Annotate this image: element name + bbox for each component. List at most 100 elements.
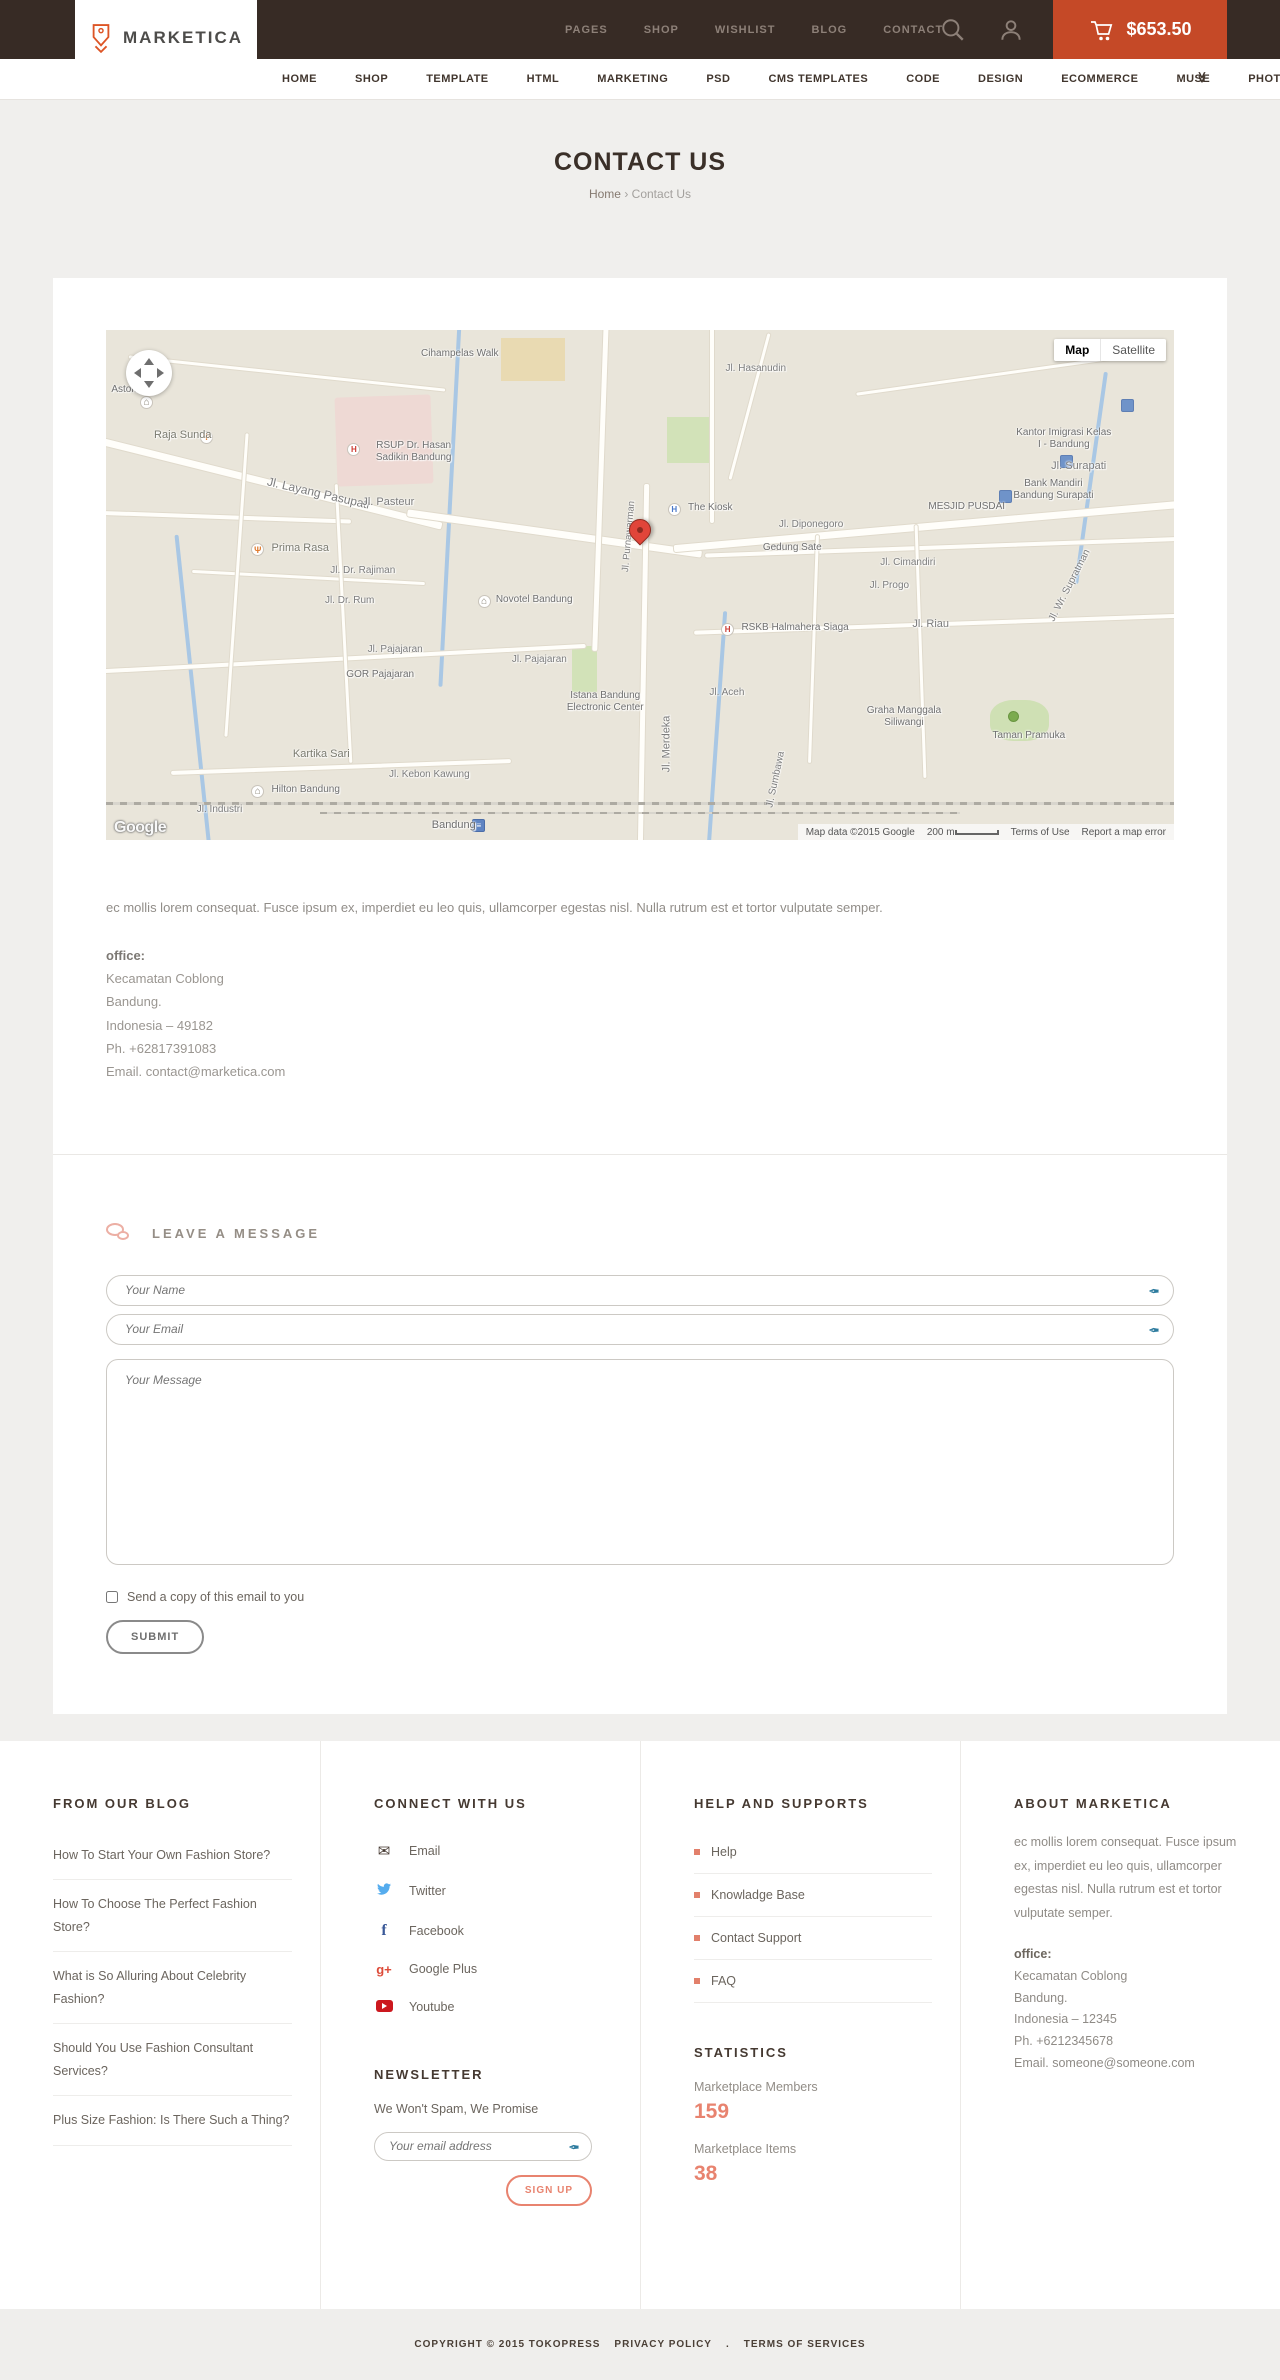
map-canvas: Ψ Ψ H H H ⌂ ⌂ ⌂ ≡ Cihampelas Walk Jl. Ha…: [106, 330, 1174, 840]
menu-item-shop[interactable]: SHOP: [355, 73, 388, 85]
submit-button[interactable]: SUBMIT: [106, 1619, 205, 1654]
google-plus-link[interactable]: g+ Google Plus: [374, 1951, 612, 1988]
terms-of-use-link[interactable]: Terms of Use: [1011, 827, 1070, 838]
header-nav-pages[interactable]: PAGES: [565, 24, 608, 36]
contact-support-link[interactable]: Contact Support: [694, 1917, 932, 1960]
google-map[interactable]: Ψ Ψ H H H ⌂ ⌂ ⌂ ≡ Cihampelas Walk Jl. Ha…: [106, 330, 1174, 840]
leave-message-section: LEAVE A MESSAGE ✒ ✒ Send a copy of this …: [53, 1222, 1227, 1654]
address-line: Ph. +62817391083: [106, 1041, 217, 1057]
pan-down-arrow-icon[interactable]: [144, 381, 154, 388]
copy-email-row: Send a copy of this email to you: [106, 1590, 1174, 1604]
map-zone-park: [666, 416, 710, 463]
menu-item-marketing[interactable]: MARKETING: [597, 73, 668, 85]
map-road: [591, 330, 611, 652]
map-type-map-button[interactable]: Map: [1054, 339, 1101, 361]
blog-post-link[interactable]: Should You Use Fashion Consultant Servic…: [53, 2024, 292, 2097]
help-link[interactable]: Help: [694, 1831, 932, 1874]
address-line: Kecamatan Coblong: [1014, 1968, 1128, 1983]
header-nav-contact[interactable]: CONTACT: [883, 24, 943, 36]
about-office-address: office: Kecamatan Coblong Bandung. Indon…: [1014, 1944, 1252, 2075]
menu-item-html[interactable]: HTML: [527, 73, 560, 85]
map-label: Jl. Hasanudin: [725, 363, 787, 375]
youtube-link[interactable]: Youtube: [374, 1988, 612, 2027]
map-label: Jl. Kebon Kawung: [389, 768, 470, 780]
menu-item-cms-templates[interactable]: CMS TEMPLATES: [768, 73, 868, 85]
brand-logo[interactable]: MARKETICA: [75, 0, 257, 76]
pan-up-arrow-icon[interactable]: [144, 358, 154, 365]
breadcrumb-home[interactable]: Home: [589, 187, 621, 201]
footer-help-column: HELP AND SUPPORTS Help Knowladge Base Co…: [640, 1740, 960, 2309]
faq-link[interactable]: FAQ: [694, 1960, 932, 2003]
terms-of-services-link[interactable]: TERMS OF SERVICES: [744, 2339, 866, 2350]
map-label: Jl. Cimandiri: [880, 556, 936, 568]
address-line: Bandung.: [106, 994, 162, 1010]
signup-button[interactable]: SIGN UP: [505, 2174, 592, 2206]
blog-post-link[interactable]: Plus Size Fashion: Is There Such a Thing…: [53, 2096, 292, 2146]
map-label: Kantor Imigrasi Kelas I - Bandung: [1016, 426, 1112, 451]
facebook-link[interactable]: f Facebook: [374, 1911, 612, 1951]
user-account-icon[interactable]: [998, 17, 1024, 43]
cart-button[interactable]: $653.50: [1053, 0, 1227, 59]
menu-item-psd[interactable]: PSD: [706, 73, 730, 85]
map-label: Jl. Wr. Supratman: [1046, 547, 1093, 624]
top-header: MARKETICA PAGES SHOP WISHLIST BLOG CONTA…: [0, 0, 1280, 76]
blog-post-link[interactable]: How To Choose The Perfect Fashion Store?: [53, 1880, 292, 1953]
menu-item-code[interactable]: CODE: [906, 73, 940, 85]
map-label: RSKB Halmahera Siaga: [741, 621, 849, 633]
newsletter-email-input[interactable]: [374, 2131, 592, 2161]
blog-post-link[interactable]: What is So Alluring About Celebrity Fash…: [53, 1952, 292, 2025]
map-label: Jl. Industri: [196, 804, 243, 816]
google-plus-icon: g+: [376, 1961, 392, 1977]
send-copy-checkbox[interactable]: [106, 1590, 118, 1603]
map-poi-hospital-icon: H: [667, 502, 681, 516]
map-label: Istana Bandung Electronic Center: [566, 689, 644, 714]
google-logo[interactable]: Google: [114, 819, 167, 837]
map-pan-control: [126, 350, 172, 396]
search-icon[interactable]: [940, 17, 966, 43]
menu-item-home[interactable]: HOME: [282, 73, 317, 85]
map-label: The Kiosk: [688, 502, 733, 514]
name-input[interactable]: [106, 1274, 1174, 1306]
map-railway: [319, 811, 961, 814]
menu-item-ecommerce[interactable]: ECOMMERCE: [1061, 73, 1138, 85]
map-road: [405, 508, 704, 559]
header-nav-blog[interactable]: BLOG: [811, 24, 847, 36]
menu-item-design[interactable]: DESIGN: [978, 73, 1023, 85]
map-label: Cihampelas Walk: [421, 347, 499, 359]
menu-item-photo-stocks[interactable]: PHOTO STOCKS: [1248, 73, 1280, 85]
map-label: Jl. Pajajaran: [367, 643, 423, 655]
blog-post-link[interactable]: How To Start Your Own Fashion Store?: [53, 1831, 292, 1881]
report-map-error-link[interactable]: Report a map error: [1082, 827, 1166, 838]
pan-left-arrow-icon[interactable]: [134, 368, 141, 378]
office-address: office: Kecamatan Coblong Bandung. Indon…: [106, 944, 1174, 1084]
menu-item-template[interactable]: TEMPLATE: [426, 73, 488, 85]
message-textarea[interactable]: [106, 1358, 1174, 1565]
map-poi-hotel-icon: ⌂: [140, 396, 154, 410]
about-column-heading: ABOUT MARKETICA: [1014, 1795, 1172, 1811]
map-label: Jl. Dr. Rum: [324, 595, 375, 607]
twitter-link[interactable]: Twitter: [374, 1871, 612, 1911]
map-label: Novotel Bandung: [495, 594, 573, 606]
map-label: Graha Manggala Siliwangi: [866, 704, 942, 729]
office-label: office:: [1014, 1946, 1052, 1961]
pen-icon: ✒: [1148, 1321, 1160, 1338]
map-type-control: Map Satellite: [1054, 339, 1166, 361]
newsletter-tagline: We Won't Spam, We Promise: [374, 2101, 539, 2116]
cart-icon: [1091, 20, 1113, 40]
map-type-satellite-button[interactable]: Satellite: [1100, 339, 1166, 361]
more-categories-chevron-icon[interactable]: ≫: [1195, 71, 1208, 83]
map-poi-hospital-icon: H: [721, 622, 735, 636]
pan-right-arrow-icon[interactable]: [157, 368, 164, 378]
map-scalebar: [954, 829, 999, 835]
email-input[interactable]: [106, 1313, 1174, 1345]
page-title-area: CONTACT US Home › Contact Us: [0, 100, 1280, 278]
map-label: Jl. Pasteur: [362, 495, 415, 508]
email-link[interactable]: ✉ Email: [374, 1831, 612, 1871]
breadcrumb-separator: ›: [624, 187, 629, 201]
knowledge-base-link[interactable]: Knowladge Base: [694, 1874, 932, 1917]
map-label: Jl. Pajajaran: [511, 653, 567, 665]
help-column-heading: HELP AND SUPPORTS: [694, 1795, 869, 1811]
privacy-policy-link[interactable]: PRIVACY POLICY: [614, 2339, 712, 2350]
header-nav-wishlist[interactable]: WISHLIST: [715, 24, 776, 36]
header-nav-shop[interactable]: SHOP: [644, 24, 679, 36]
